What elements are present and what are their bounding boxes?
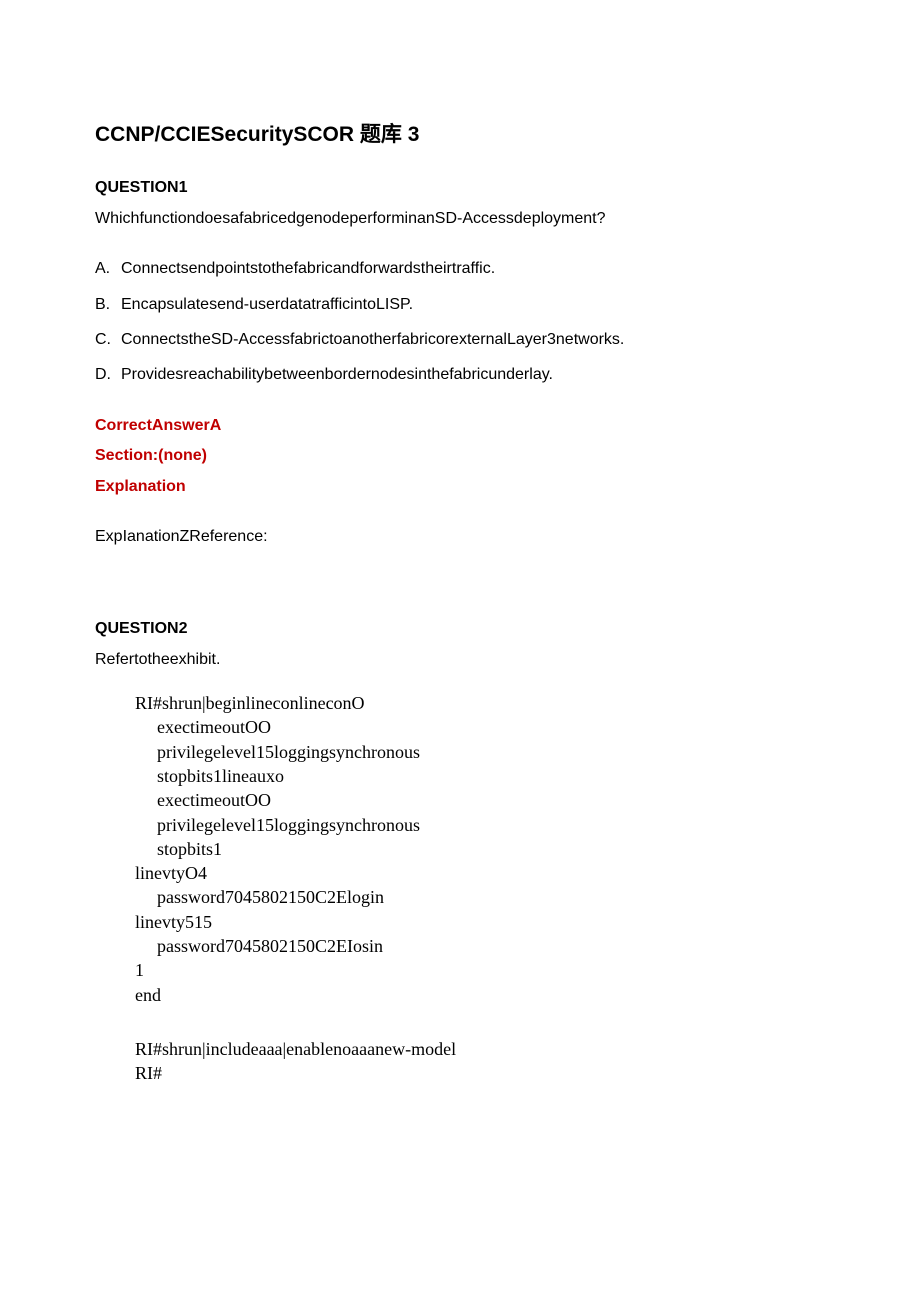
exhibit-line: privilegelevel15loggingsynchronous xyxy=(135,813,825,837)
choice-letter: B. xyxy=(95,294,121,316)
section-line: Section:(none) xyxy=(95,445,825,467)
correct-answer: CorrectAnswerA xyxy=(95,415,825,437)
exhibit-gap xyxy=(135,1007,825,1037)
exhibit-line: exectimeoutOO xyxy=(135,788,825,812)
question2-heading: QUESTION2 xyxy=(95,618,825,640)
exhibit-line: password7045802150C2Elogin xyxy=(135,885,825,909)
choice-c: C. ConnectstheSD-Accessfabrictoanotherfa… xyxy=(95,329,825,351)
exhibit-line: 1 xyxy=(135,958,825,982)
choice-letter: C. xyxy=(95,329,121,351)
explanation-label: Explanation xyxy=(95,476,825,498)
choice-text: Connectsendpointstothefabricandforwardst… xyxy=(121,258,495,280)
choice-letter: A. xyxy=(95,258,121,280)
question1-choices: A. Connectsendpointstothefabricandforwar… xyxy=(95,258,825,387)
exhibit-line: stopbits1 xyxy=(135,837,825,861)
choice-letter: D. xyxy=(95,364,121,386)
exhibit-line: password7045802150C2EIosin xyxy=(135,934,825,958)
explanation-reference: ExpIanationZReference: xyxy=(95,526,825,548)
exhibit-line: privilegelevel15loggingsynchronous xyxy=(135,740,825,764)
choice-text: Providesreachabilitybetweenbordernodesin… xyxy=(121,364,553,386)
page-title: CCNP/CCIESecuritySCOR 题库 3 xyxy=(95,120,825,149)
choice-b: B. Encapsulatesend-userdatatrafficintoLI… xyxy=(95,294,825,316)
question1-text: Whichfunctiondoesafabricedgenodeperformi… xyxy=(95,208,825,230)
exhibit-line: linevty515 xyxy=(135,910,825,934)
question1-heading: QUESTION1 xyxy=(95,177,825,199)
exhibit-block: RI#shrun|beginlineconlineconO exectimeou… xyxy=(135,691,825,1085)
choice-d: D. Providesreachabilitybetweenbordernode… xyxy=(95,364,825,386)
exhibit-line: exectimeoutOO xyxy=(135,715,825,739)
choice-text: ConnectstheSD-Accessfabrictoanotherfabri… xyxy=(121,329,624,351)
question1-answer-block: CorrectAnswerA Section:(none) Explanatio… xyxy=(95,415,825,498)
exhibit-line: end xyxy=(135,983,825,1007)
choice-a: A. Connectsendpointstothefabricandforwar… xyxy=(95,258,825,280)
exhibit-line: RI# xyxy=(135,1061,825,1085)
choice-text: Encapsulatesend-userdatatrafficintoLISP. xyxy=(121,294,413,316)
exhibit-line: linevtyO4 xyxy=(135,861,825,885)
exhibit-line: RI#shrun|beginlineconlineconO xyxy=(135,691,825,715)
exhibit-line: RI#shrun|includeaaa|enablenoaaanew-model xyxy=(135,1037,825,1061)
exhibit-line: stopbits1lineauxo xyxy=(135,764,825,788)
question2-text: Refertotheexhibit. xyxy=(95,649,825,671)
